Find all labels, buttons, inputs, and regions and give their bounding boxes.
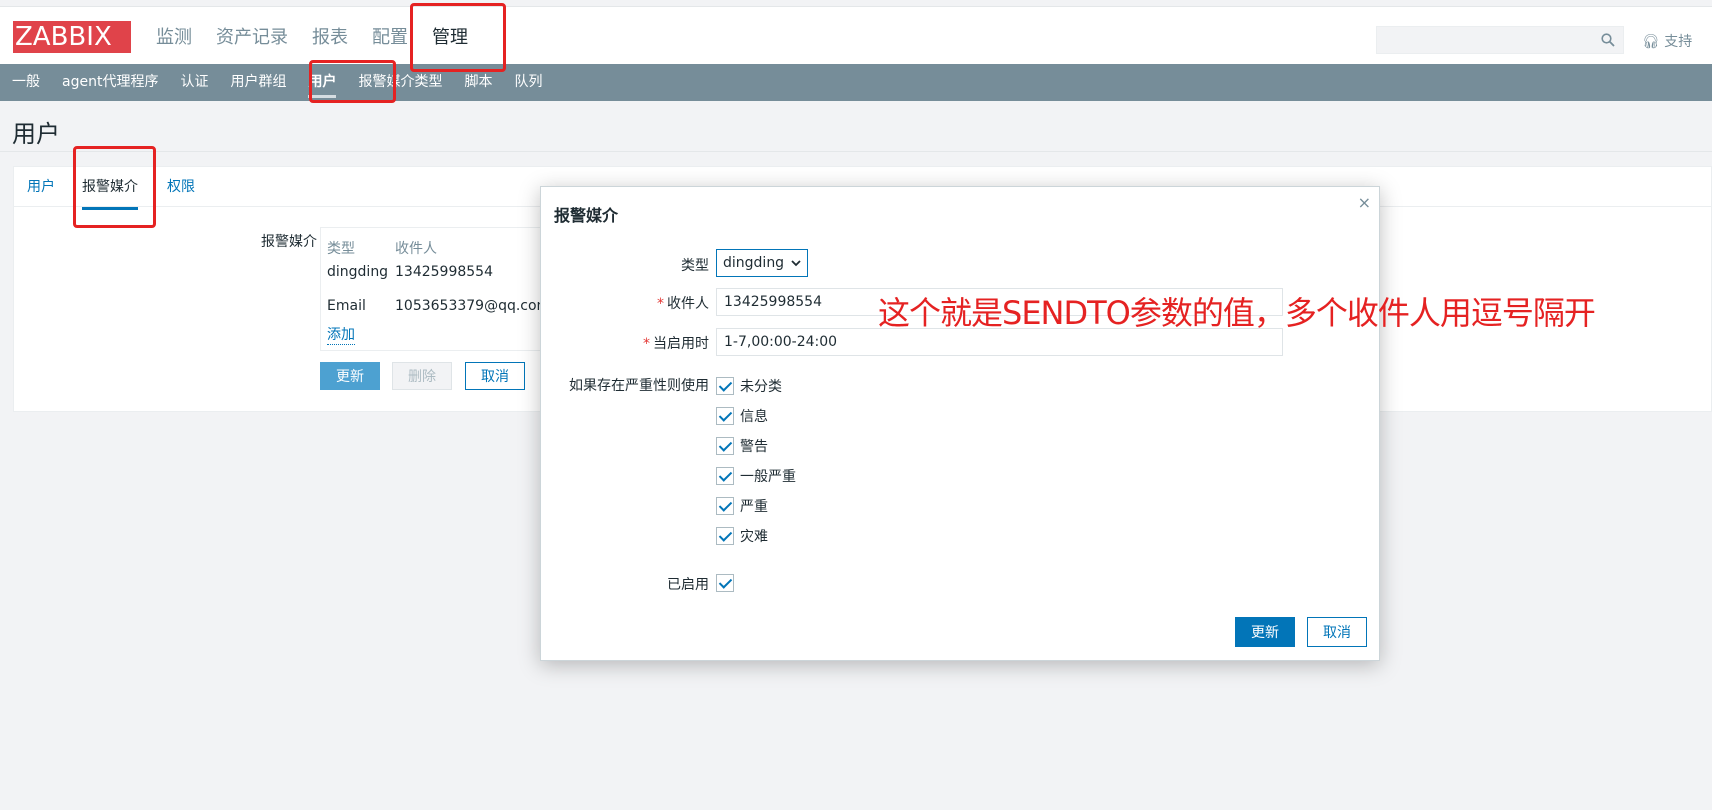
cancel-button[interactable]: 取消	[465, 362, 525, 390]
severity-option: 灾难	[740, 529, 768, 545]
search-icon[interactable]	[1601, 33, 1615, 47]
subnav-authentication[interactable]: 认证	[180, 64, 208, 100]
type-select[interactable]: dingding	[716, 249, 808, 277]
support-label: 支持	[1664, 34, 1693, 50]
media-label: 报警媒介	[261, 234, 317, 250]
severity-row: 警告	[716, 436, 768, 456]
media-row-sendto: 13425998554	[395, 264, 493, 280]
media-row-type: Email	[327, 298, 366, 314]
enabled-row	[716, 574, 734, 592]
media-row-sendto: 1053653379@qq.com	[395, 298, 551, 314]
add-media-link[interactable]: 添加	[327, 324, 355, 345]
when-active-label: * 当启用时	[643, 333, 709, 353]
type-label: 类型	[681, 258, 709, 274]
severity-checkbox[interactable]	[716, 407, 734, 425]
headset-icon: 🎧︎	[1642, 34, 1660, 50]
media-header-sendto: 收件人	[395, 241, 437, 257]
enabled-label: 已启用	[667, 577, 709, 593]
annotation-text: 这个就是SENDTO参数的值，多个收件人用逗号隔开	[878, 294, 1596, 332]
severity-row: 严重	[716, 496, 768, 516]
when-active-label-text: 当启用时	[653, 336, 709, 352]
subnav-queue[interactable]: 队列	[514, 64, 542, 100]
search-box	[1376, 26, 1624, 54]
dialog-update-button[interactable]: 更新	[1235, 617, 1295, 647]
dialog-cancel-button[interactable]: 取消	[1307, 617, 1367, 647]
severity-checkbox[interactable]	[716, 527, 734, 545]
tab-permissions[interactable]: 权限	[167, 167, 195, 207]
severity-checkbox[interactable]	[716, 467, 734, 485]
update-button[interactable]: 更新	[320, 362, 380, 390]
media-dialog: 报警媒介 × 类型 dingding * 收件人 13425998554 * 当启用…	[540, 186, 1380, 661]
nav-configuration[interactable]: 配置	[372, 25, 408, 51]
sub-nav: 一般 agent代理程序 认证 用户群组 用户 报警媒介类型 脚本 队列	[0, 64, 1712, 101]
nav-monitoring[interactable]: 监测	[156, 25, 192, 51]
severity-checkbox[interactable]	[716, 497, 734, 515]
page-title: 用户	[12, 120, 60, 148]
highlight-media-tab-box	[73, 146, 156, 228]
severity-row: 一般严重	[716, 466, 796, 486]
severity-label: 如果存在严重性则使用	[569, 378, 709, 394]
delete-button[interactable]: 删除	[392, 362, 452, 390]
dialog-title: 报警媒介	[554, 206, 619, 225]
title-divider	[0, 151, 1712, 152]
sendto-label-text: 收件人	[667, 296, 709, 312]
enabled-checkbox[interactable]	[716, 574, 734, 592]
subnav-general[interactable]: 一般	[12, 64, 40, 100]
type-select-value: dingding	[723, 255, 785, 271]
media-row-type: dingding	[327, 264, 389, 280]
sendto-label: * 收件人	[657, 293, 709, 313]
severity-row: 信息	[716, 406, 768, 426]
severity-option: 严重	[740, 499, 768, 515]
severity-option: 警告	[740, 439, 768, 455]
severity-option: 信息	[740, 409, 768, 425]
severity-checkbox[interactable]	[716, 377, 734, 395]
severity-row: 灾难	[716, 526, 768, 546]
chevron-down-icon	[791, 260, 801, 267]
close-icon[interactable]: ×	[1358, 193, 1371, 212]
severity-option: 未分类	[740, 379, 782, 395]
severity-row: 未分类	[716, 376, 782, 396]
zabbix-logo[interactable]: ZABBIX	[13, 21, 131, 53]
support-link[interactable]: 🎧︎ 支持	[1642, 31, 1692, 51]
required-marker: *	[657, 296, 664, 312]
highlight-users-box	[309, 60, 396, 103]
nav-inventory[interactable]: 资产记录	[216, 25, 288, 51]
tab-user[interactable]: 用户	[27, 167, 55, 207]
search-input[interactable]	[1377, 27, 1623, 53]
media-header-type: 类型	[327, 241, 355, 257]
severity-option: 一般严重	[740, 469, 796, 485]
highlight-admin-box	[410, 3, 506, 72]
severity-checkbox[interactable]	[716, 437, 734, 455]
subnav-user-groups[interactable]: 用户群组	[230, 64, 286, 100]
required-marker: *	[643, 336, 650, 352]
nav-reports[interactable]: 报表	[312, 25, 348, 51]
subnav-proxies[interactable]: agent代理程序	[62, 64, 158, 100]
top-header: ZABBIX 监测 资产记录 报表 配置 管理 🎧︎ 支持	[0, 6, 1712, 73]
